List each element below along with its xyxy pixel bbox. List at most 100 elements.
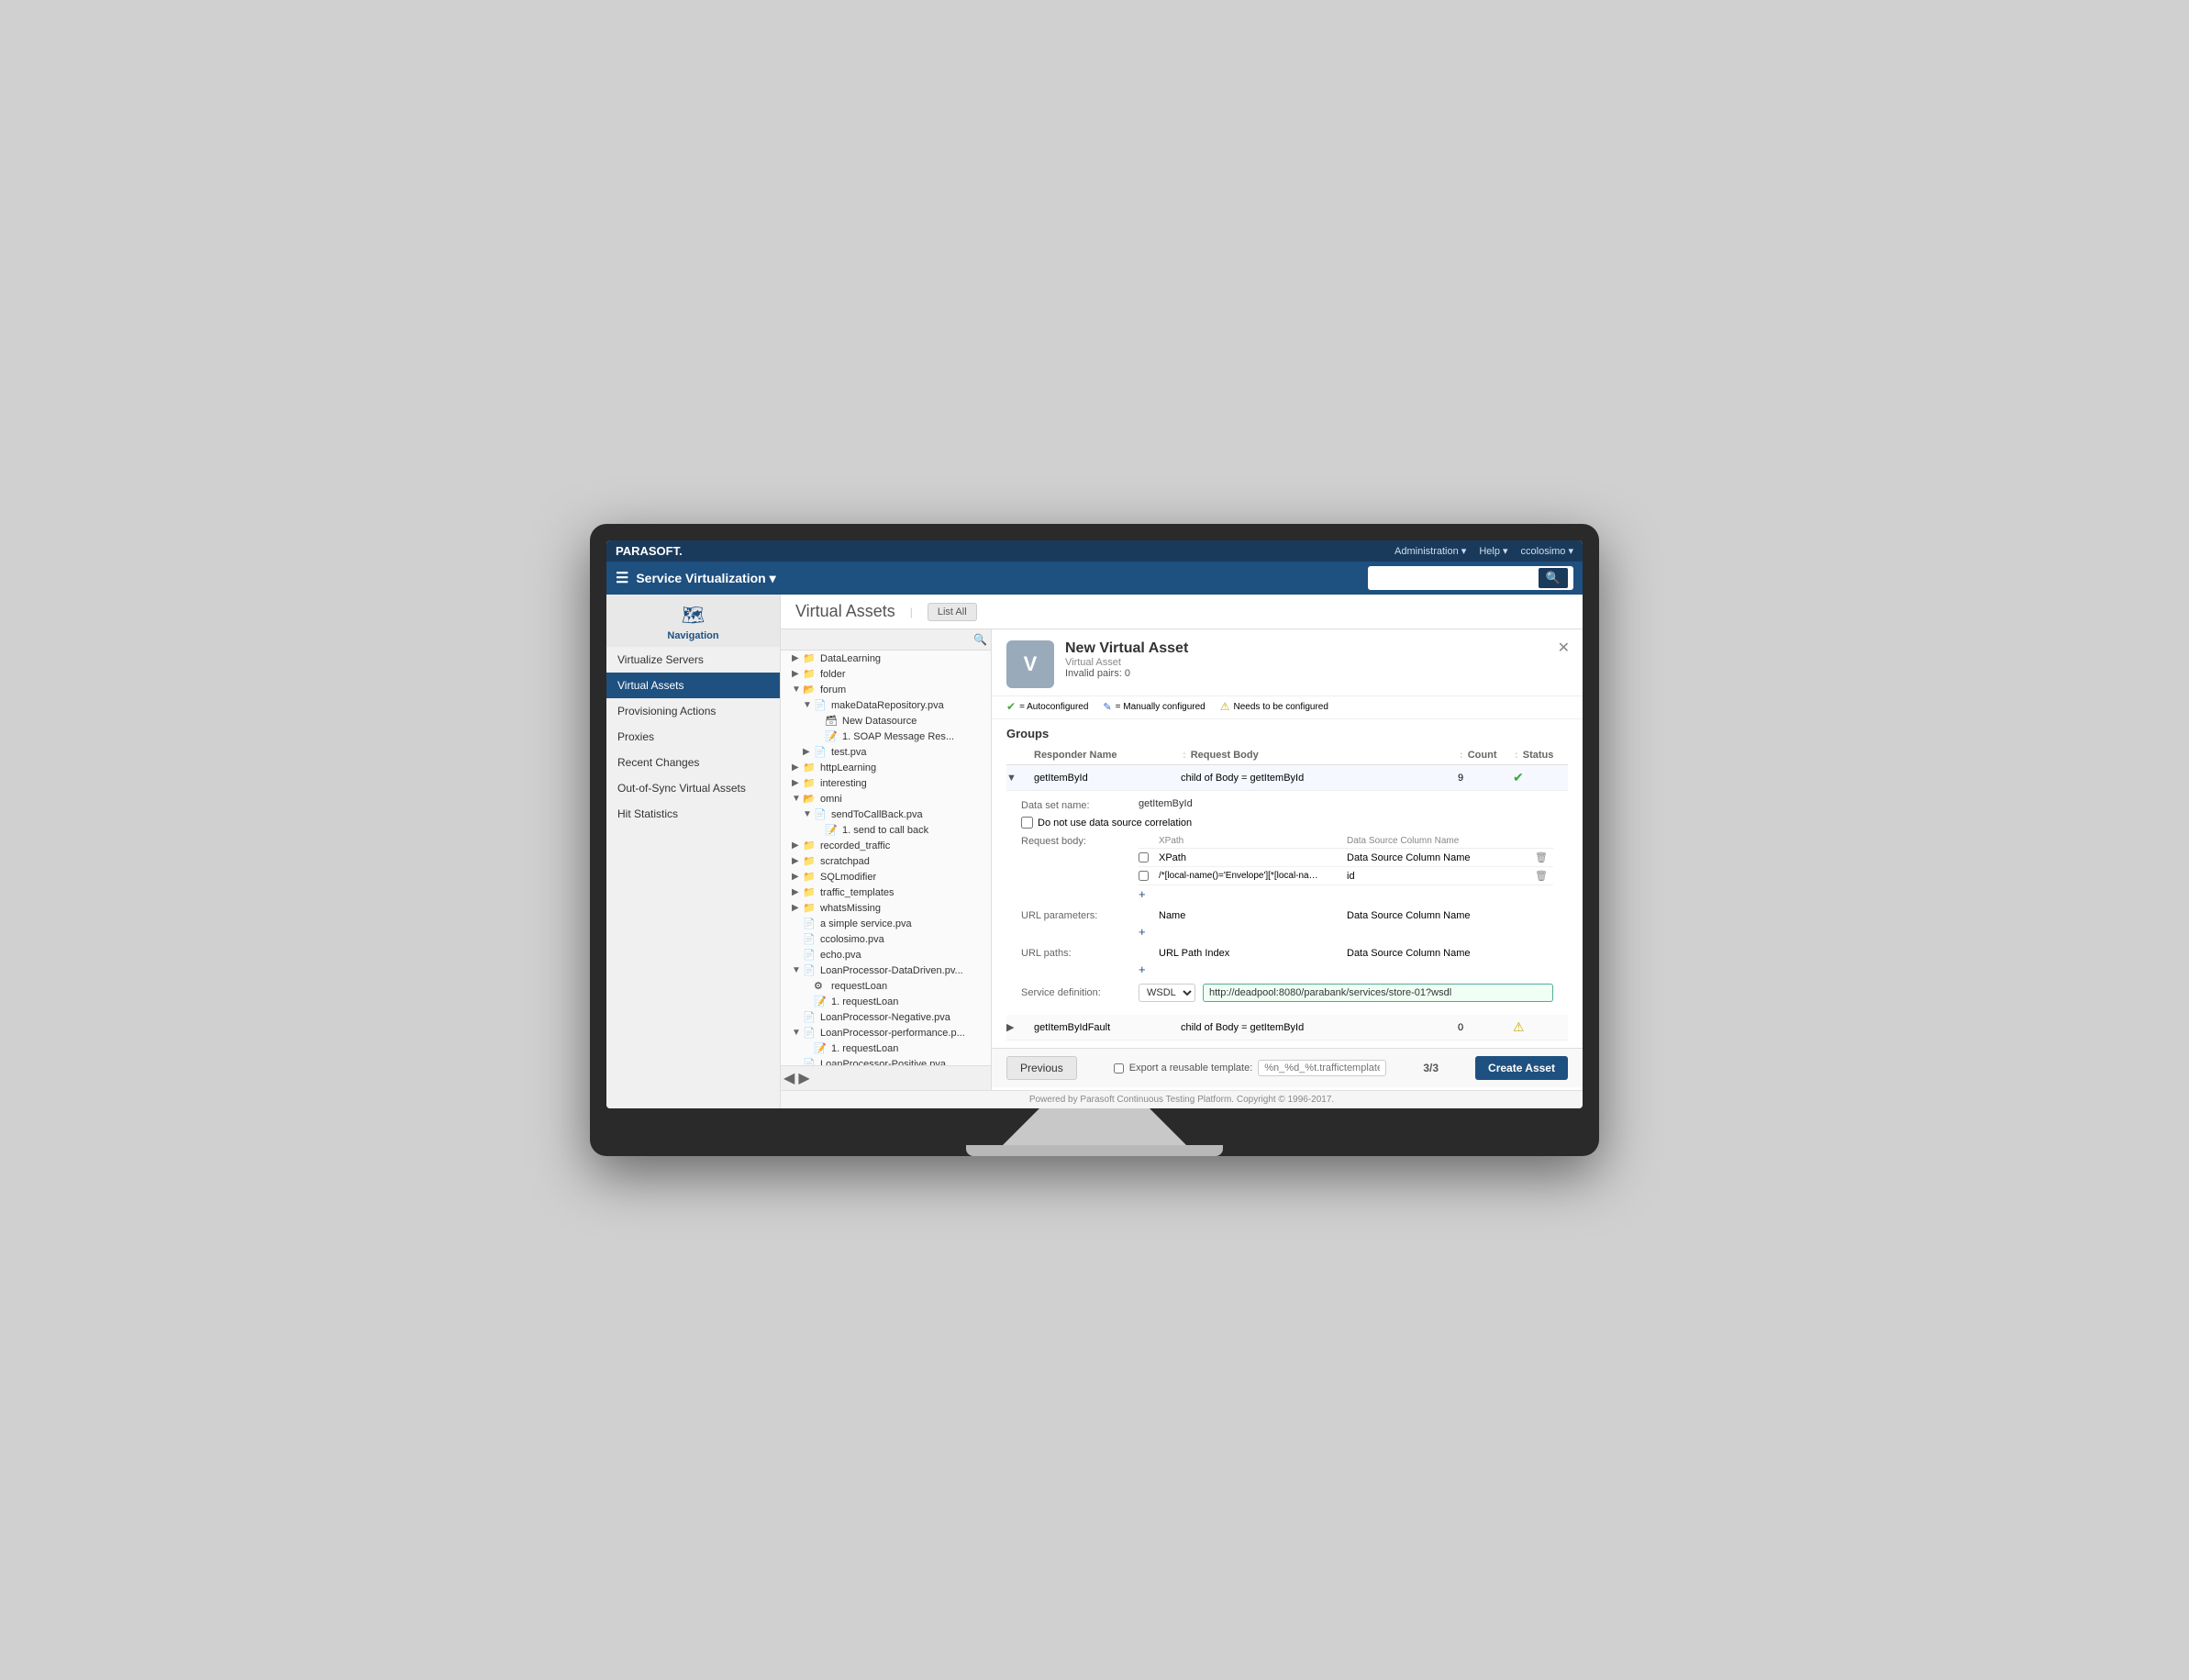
ds-row2-check[interactable] xyxy=(1139,871,1149,881)
responder-name: getItemById xyxy=(1034,773,1181,784)
responder-expand-icon[interactable]: ▼ xyxy=(1006,773,1034,784)
th-count: : Count xyxy=(1458,750,1513,761)
sidebar-item-out-of-sync[interactable]: Out-of-Sync Virtual Assets xyxy=(606,775,780,801)
url-params-content: Name Data Source Column Name + xyxy=(1139,908,1553,940)
search-button[interactable]: 🔍 xyxy=(1539,568,1568,588)
tree-item-datalearning[interactable]: ▶ 📁DataLearning xyxy=(781,651,991,666)
export-checkbox[interactable] xyxy=(1114,1063,1124,1074)
pva-icon: 📄 xyxy=(803,1027,817,1039)
page-title: Virtual Assets xyxy=(795,602,895,621)
tree-prev-icon[interactable]: ◀ xyxy=(783,1069,794,1087)
tree-item-httplearning[interactable]: ▶ 📁httpLearning xyxy=(781,760,991,775)
tree-item-makedatarepository[interactable]: ▼ 📄makeDataRepository.pva xyxy=(781,697,991,713)
sidebar-item-provisioning-actions[interactable]: Provisioning Actions xyxy=(606,698,780,724)
legend-needs-label: Needs to be configured xyxy=(1234,702,1328,712)
fault-expand-icon[interactable]: ▶ xyxy=(1006,1021,1034,1033)
fault-row-getitembyidfault: ▶ getItemByIdFault child of Body = getIt… xyxy=(1006,1015,1568,1040)
invalid-pairs-label: Invalid pairs: xyxy=(1065,668,1122,679)
tree-arrow-icon: ▼ xyxy=(792,684,803,695)
tree-item-requestloan-msg[interactable]: 📝1. requestLoan xyxy=(781,994,991,1009)
tree-arrow-icon xyxy=(803,981,814,991)
sidebar-item-virtualize-servers[interactable]: Virtualize Servers xyxy=(606,647,780,673)
top-bar-right: Administration ▾ Help ▾ ccolosimo ▾ xyxy=(1395,545,1573,557)
sidebar-item-virtual-assets[interactable]: Virtual Assets xyxy=(606,673,780,698)
search-input[interactable] xyxy=(1373,572,1539,584)
ds-column-col: Data Source Column Name xyxy=(1347,836,1535,846)
tree-item-forum[interactable]: ▼ 📂forum xyxy=(781,682,991,697)
asset-title: New Virtual Asset xyxy=(1065,640,1188,657)
tree-item-simple-service[interactable]: 📄a simple service.pva xyxy=(781,916,991,931)
tree-item-interesting[interactable]: ▶ 📁interesting xyxy=(781,775,991,791)
ds-row1-check[interactable] xyxy=(1139,852,1149,862)
groups-title: Groups xyxy=(1006,727,1568,740)
search-bar: 🔍 xyxy=(1368,566,1573,590)
nav-bar: ☰ Service Virtualization ▾ 🔍 xyxy=(606,562,1583,595)
page-header: Virtual Assets | List All xyxy=(781,595,1583,629)
tree-item-sendcallback-msg[interactable]: 📝1. send to call back xyxy=(781,822,991,838)
add-url-param-btn[interactable]: + xyxy=(1139,923,1553,940)
tree-item-sendtocallback[interactable]: ▼ 📄sendToCallBack.pva xyxy=(781,807,991,822)
ds-row-1: XPath Data Source Column Name 🗑 xyxy=(1139,849,1553,867)
tree-item-echo[interactable]: 📄echo.pva xyxy=(781,947,991,962)
tree-item-requestloan[interactable]: ⚙requestLoan xyxy=(781,978,991,994)
service-def-url-input[interactable] xyxy=(1203,984,1553,1002)
legend-manual-label: = Manually configured xyxy=(1116,702,1206,712)
add-request-body-btn[interactable]: + xyxy=(1139,885,1553,903)
correlation-checkbox[interactable] xyxy=(1021,817,1033,829)
app-title[interactable]: Service Virtualization ▾ xyxy=(636,571,775,586)
tree-item-loanprocessor-neg[interactable]: 📄LoanProcessor-Negative.pva xyxy=(781,1009,991,1025)
datasource-icon: 🗃 xyxy=(825,715,839,727)
export-template-input[interactable] xyxy=(1258,1060,1386,1076)
asset-header-info: New Virtual Asset Virtual Asset Invalid … xyxy=(1065,640,1188,679)
tree-arrow-icon: ▼ xyxy=(792,965,803,975)
close-button[interactable]: ✕ xyxy=(1558,639,1570,657)
pva-icon: 📄 xyxy=(803,918,817,929)
ds-row1-delete[interactable]: 🗑 xyxy=(1535,851,1553,863)
admin-menu[interactable]: Administration ▾ xyxy=(1395,545,1466,557)
tree-item-loanprocessor-perf[interactable]: ▼ 📄LoanProcessor-performance.p... xyxy=(781,1025,991,1040)
tree-item-omni[interactable]: ▼ 📂omni xyxy=(781,791,991,807)
tree-arrow-icon: ▶ xyxy=(792,903,803,913)
tree-item-scratchpad[interactable]: ▶ 📁scratchpad xyxy=(781,853,991,869)
tree-item-new-datasource[interactable]: 🗃New Datasource xyxy=(781,713,991,729)
sidebar-item-hit-statistics[interactable]: Hit Statistics xyxy=(606,801,780,827)
create-asset-button[interactable]: Create Asset xyxy=(1475,1056,1568,1080)
tree-item-testpva[interactable]: ▶ 📄test.pva xyxy=(781,744,991,760)
tree-item-loanperf-msg[interactable]: 📝1. requestLoan xyxy=(781,1040,991,1056)
tree-item-recorded-traffic[interactable]: ▶ 📁recorded_traffic xyxy=(781,838,991,853)
tree-item-soap-message[interactable]: 📝1. SOAP Message Res... xyxy=(781,729,991,744)
tree-item-ccolosimo[interactable]: 📄ccolosimo.pva xyxy=(781,931,991,947)
sidebar-item-proxies[interactable]: Proxies xyxy=(606,724,780,750)
tree-item-folder[interactable]: ▶ 📁folder xyxy=(781,666,991,682)
detail-bottom: Previous Export a reusable template: 3/3… xyxy=(992,1048,1583,1087)
sidebar-item-recent-changes[interactable]: Recent Changes xyxy=(606,750,780,775)
folder-icon: 📁 xyxy=(803,902,817,914)
responder-status-icon: ✔ xyxy=(1513,770,1568,785)
tree-panel: 🔍 ▶ 📁DataLearning ▶ 📁folder ▼ 📂fo xyxy=(781,629,992,1090)
service-def-type-select[interactable]: WSDL xyxy=(1139,984,1195,1002)
tree-arrow-icon xyxy=(792,1012,803,1022)
detail-panel: V New Virtual Asset Virtual Asset Invali… xyxy=(992,629,1583,1090)
main-layout: 🗺 Navigation Virtualize Servers Virtual … xyxy=(606,595,1583,1108)
url-params-header: Name Data Source Column Name xyxy=(1139,908,1553,923)
tree-item-sqlmodifier[interactable]: ▶ 📁SQLmodifier xyxy=(781,869,991,885)
add-url-path-btn[interactable]: + xyxy=(1139,961,1553,978)
help-menu[interactable]: Help ▾ xyxy=(1479,545,1507,557)
tree-arrow-icon xyxy=(792,950,803,960)
tree-next-icon[interactable]: ▶ xyxy=(798,1069,809,1087)
asset-icon-box: V xyxy=(1006,640,1054,688)
tree-item-traffic-templates[interactable]: ▶ 📁traffic_templates xyxy=(781,885,991,900)
request-body-content: XPath Data Source Column Name XPath Data… xyxy=(1139,834,1553,903)
list-all-tab[interactable]: List All xyxy=(928,603,977,621)
tree-item-whatsmissing[interactable]: ▶ 📁whatsMissing xyxy=(781,900,991,916)
user-menu[interactable]: ccolosimo ▾ xyxy=(1521,545,1573,557)
ds-row2-delete[interactable]: 🗑 xyxy=(1535,870,1553,882)
tree-arrow-icon xyxy=(814,716,825,726)
tree-arrow-icon: ▼ xyxy=(803,700,814,710)
tree-arrow-icon xyxy=(803,996,814,1007)
hamburger-icon[interactable]: ☰ xyxy=(616,569,628,587)
previous-button[interactable]: Previous xyxy=(1006,1056,1077,1080)
tree-item-loanprocessor-dd[interactable]: ▼ 📄LoanProcessor-DataDriven.pv... xyxy=(781,962,991,978)
nav-label: Navigation xyxy=(606,630,780,647)
tree-search-icon[interactable]: 🔍 xyxy=(973,633,987,646)
